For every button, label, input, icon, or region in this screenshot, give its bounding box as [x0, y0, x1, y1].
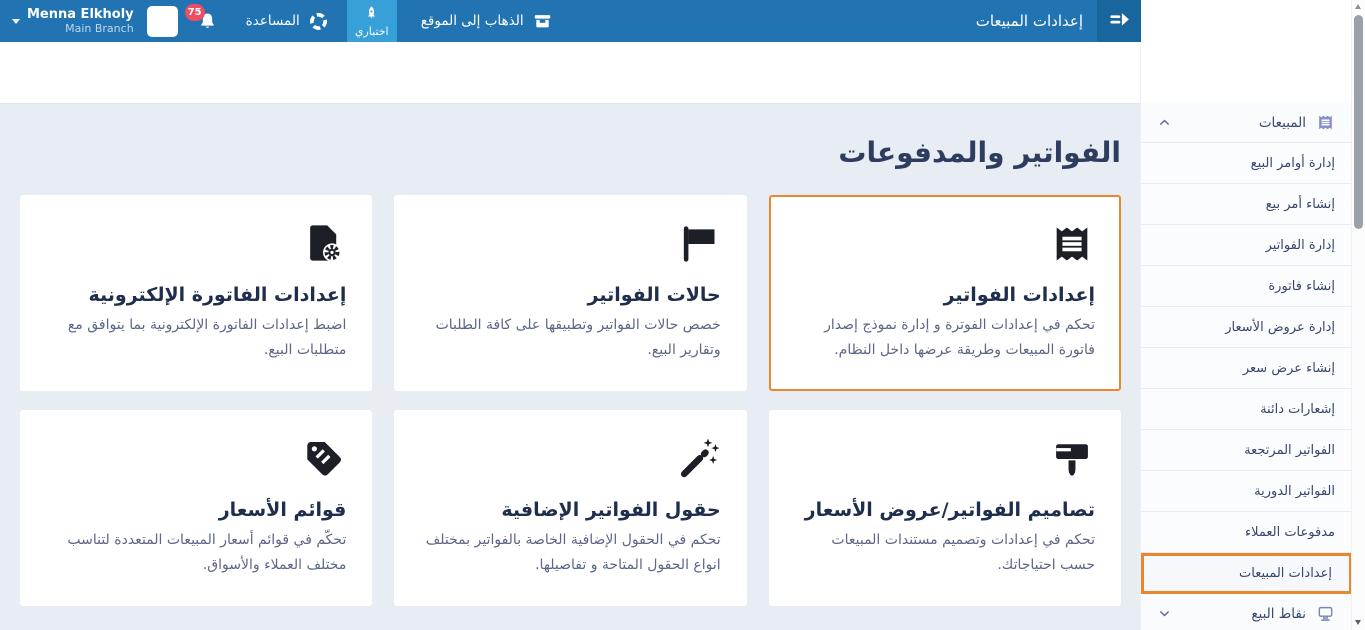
sidebar-item-label: إنشاء عرض سعر [1158, 361, 1335, 376]
scrollbar-thumb[interactable] [1354, 15, 1363, 229]
settings-card[interactable]: إعدادات الفواتير تحكم في إعدادات الفوترة … [769, 195, 1121, 391]
sidebar-item-label: إدارة أوامر البيع [1158, 156, 1335, 171]
card-description: تحكم في إعدادات وتصميم مستندات المبيعات … [795, 528, 1095, 577]
sidebar-item[interactable]: إدارة أوامر البيع [1141, 143, 1352, 184]
magic-wand-icon [420, 436, 720, 490]
main-content: الفواتير والمدفوعات إعدادات الفواتير تحكم… [0, 42, 1141, 630]
paint-brush-icon [795, 436, 1095, 490]
file-gear-icon [46, 221, 346, 275]
sidebar-menu: المبيعات إدارة أوامر البيع إنشاء أمر بيع إ… [1141, 103, 1352, 630]
sidebar-section-pos[interactable]: نقاط البيع [1141, 594, 1352, 630]
sidebar-item-label: إشعارات دائنة [1158, 402, 1335, 417]
chevron-up-icon [1158, 116, 1171, 129]
sidebar-item-label: الفواتير الدورية [1158, 484, 1335, 499]
pos-icon [1316, 604, 1335, 623]
card-title: تصاميم الفواتير/عروض الأسعار [795, 499, 1095, 521]
sidebar-item-label: الفواتير المرتجعة [1158, 443, 1335, 458]
arrow-right-icon [1107, 7, 1132, 36]
sidebar-item-label: إنشاء فاتورة [1158, 279, 1335, 294]
flag-icon [420, 221, 720, 275]
card-title: حالات الفواتير [420, 284, 720, 306]
price-tag-icon [46, 436, 346, 490]
sidebar-item-label: مدفوعات العملاء [1158, 525, 1335, 540]
settings-cards-grid: إعدادات الفواتير تحكم في إعدادات الفوترة … [20, 195, 1121, 606]
sidebar-item[interactable]: إعدادات المبيعات [1141, 553, 1352, 594]
sidebar-section-sales[interactable]: المبيعات [1141, 103, 1352, 143]
screen: Menna Elkholy Main Branch 75 المساعدة اخ… [0, 0, 1365, 630]
sidebar-item[interactable]: الفواتير الدورية [1141, 471, 1352, 512]
card-title: إعدادات الفواتير [795, 284, 1095, 306]
settings-card[interactable]: إعدادات الفاتورة الإلكترونية اضبط إعدادات… [20, 195, 372, 391]
sidebar: المبيعات إدارة أوامر البيع إنشاء أمر بيع إ… [1140, 0, 1365, 630]
sidebar-section-label: نقاط البيع [1171, 606, 1306, 622]
scrollbar[interactable] [1351, 0, 1365, 630]
sidebar-item-label: إعدادات المبيعات [1161, 566, 1332, 581]
sidebar-item[interactable]: إدارة عروض الأسعار [1141, 307, 1352, 348]
user-name: Menna Elkholy [27, 7, 134, 23]
sidebar-item-label: إدارة عروض الأسعار [1158, 320, 1335, 335]
card-description: خصص حالات الفواتير وتطبيقها على كافة الط… [420, 313, 720, 362]
card-description: اضبط إعدادات الفاتورة الإلكترونية بما يت… [46, 313, 346, 362]
help-label: المساعدة [246, 13, 300, 29]
goto-site-button[interactable]: الذهاب إلى الموقع [421, 11, 553, 32]
sidebar-item[interactable]: إشعارات دائنة [1141, 389, 1352, 430]
user-branch: Main Branch [27, 22, 134, 35]
rocket-icon [363, 5, 380, 25]
user-menu[interactable]: Menna Elkholy Main Branch [0, 0, 138, 42]
settings-card[interactable]: حالات الفواتير خصص حالات الفواتير وتطبيقه… [394, 195, 746, 391]
card-title: قوائم الأسعار [46, 499, 346, 521]
goto-site-label: الذهاب إلى الموقع [421, 13, 524, 29]
receipt-icon [1316, 113, 1335, 132]
notifications-badge: 75 [185, 4, 205, 21]
settings-card[interactable]: حقول الفواتير الإضافية تحكم في الحقول الإ… [394, 410, 746, 606]
sidebar-item-label: إنشاء أمر بيع [1158, 197, 1335, 212]
section-heading: الفواتير والمدفوعات [20, 136, 1121, 169]
sidebar-item[interactable]: الفواتير المرتجعة [1141, 430, 1352, 471]
storefront-icon [532, 11, 553, 32]
sidebar-section-label: المبيعات [1171, 115, 1306, 131]
card-title: إعدادات الفاتورة الإلكترونية [46, 284, 346, 306]
sidebar-item[interactable]: إنشاء عرض سعر [1141, 348, 1352, 389]
sidebar-item[interactable]: إدارة الفواتير [1141, 225, 1352, 266]
chevron-down-icon [1158, 607, 1171, 620]
scrollbar-down-arrow[interactable] [1355, 620, 1361, 625]
settings-card[interactable]: قوائم الأسعار تحكّم في قوائم أسعار المبيع… [20, 410, 372, 606]
help-button[interactable]: المساعدة [246, 11, 329, 32]
chevron-down-icon [12, 19, 20, 24]
card-description: تحكم في إعدادات الفوترة و إدارة نموذج إص… [795, 313, 1095, 362]
sidebar-item-label: إدارة الفواتير [1158, 238, 1335, 253]
topbar: Menna Elkholy Main Branch 75 المساعدة اخ… [0, 0, 1141, 42]
sidebar-item[interactable]: مدفوعات العملاء [1141, 512, 1352, 553]
sidebar-item[interactable]: إنشاء فاتورة [1141, 266, 1352, 307]
card-description: تحكّم في قوائم أسعار المبيعات المتعددة ل… [46, 528, 346, 577]
card-title: حقول الفواتير الإضافية [420, 499, 720, 521]
sidebar-item[interactable]: إنشاء أمر بيع [1141, 184, 1352, 225]
scrollbar-up-arrow[interactable] [1355, 4, 1361, 9]
notifications-button[interactable]: 75 [197, 11, 218, 32]
card-description: تحكم في الحقول الإضافية الخاصة بالفواتير… [420, 528, 720, 577]
page-title: إعدادات المبيعات [976, 12, 1083, 30]
settings-panel: الفواتير والمدفوعات إعدادات الفواتير تحكم… [0, 103, 1141, 630]
trial-button[interactable]: اختباري [347, 0, 397, 42]
avatar[interactable] [147, 6, 178, 37]
trial-label: اختباري [355, 25, 389, 38]
lifebuoy-icon [308, 11, 329, 32]
settings-card[interactable]: تصاميم الفواتير/عروض الأسعار تحكم في إعدا… [769, 410, 1121, 606]
receipt-icon [795, 221, 1095, 275]
sidebar-toggle-button[interactable] [1097, 0, 1141, 42]
